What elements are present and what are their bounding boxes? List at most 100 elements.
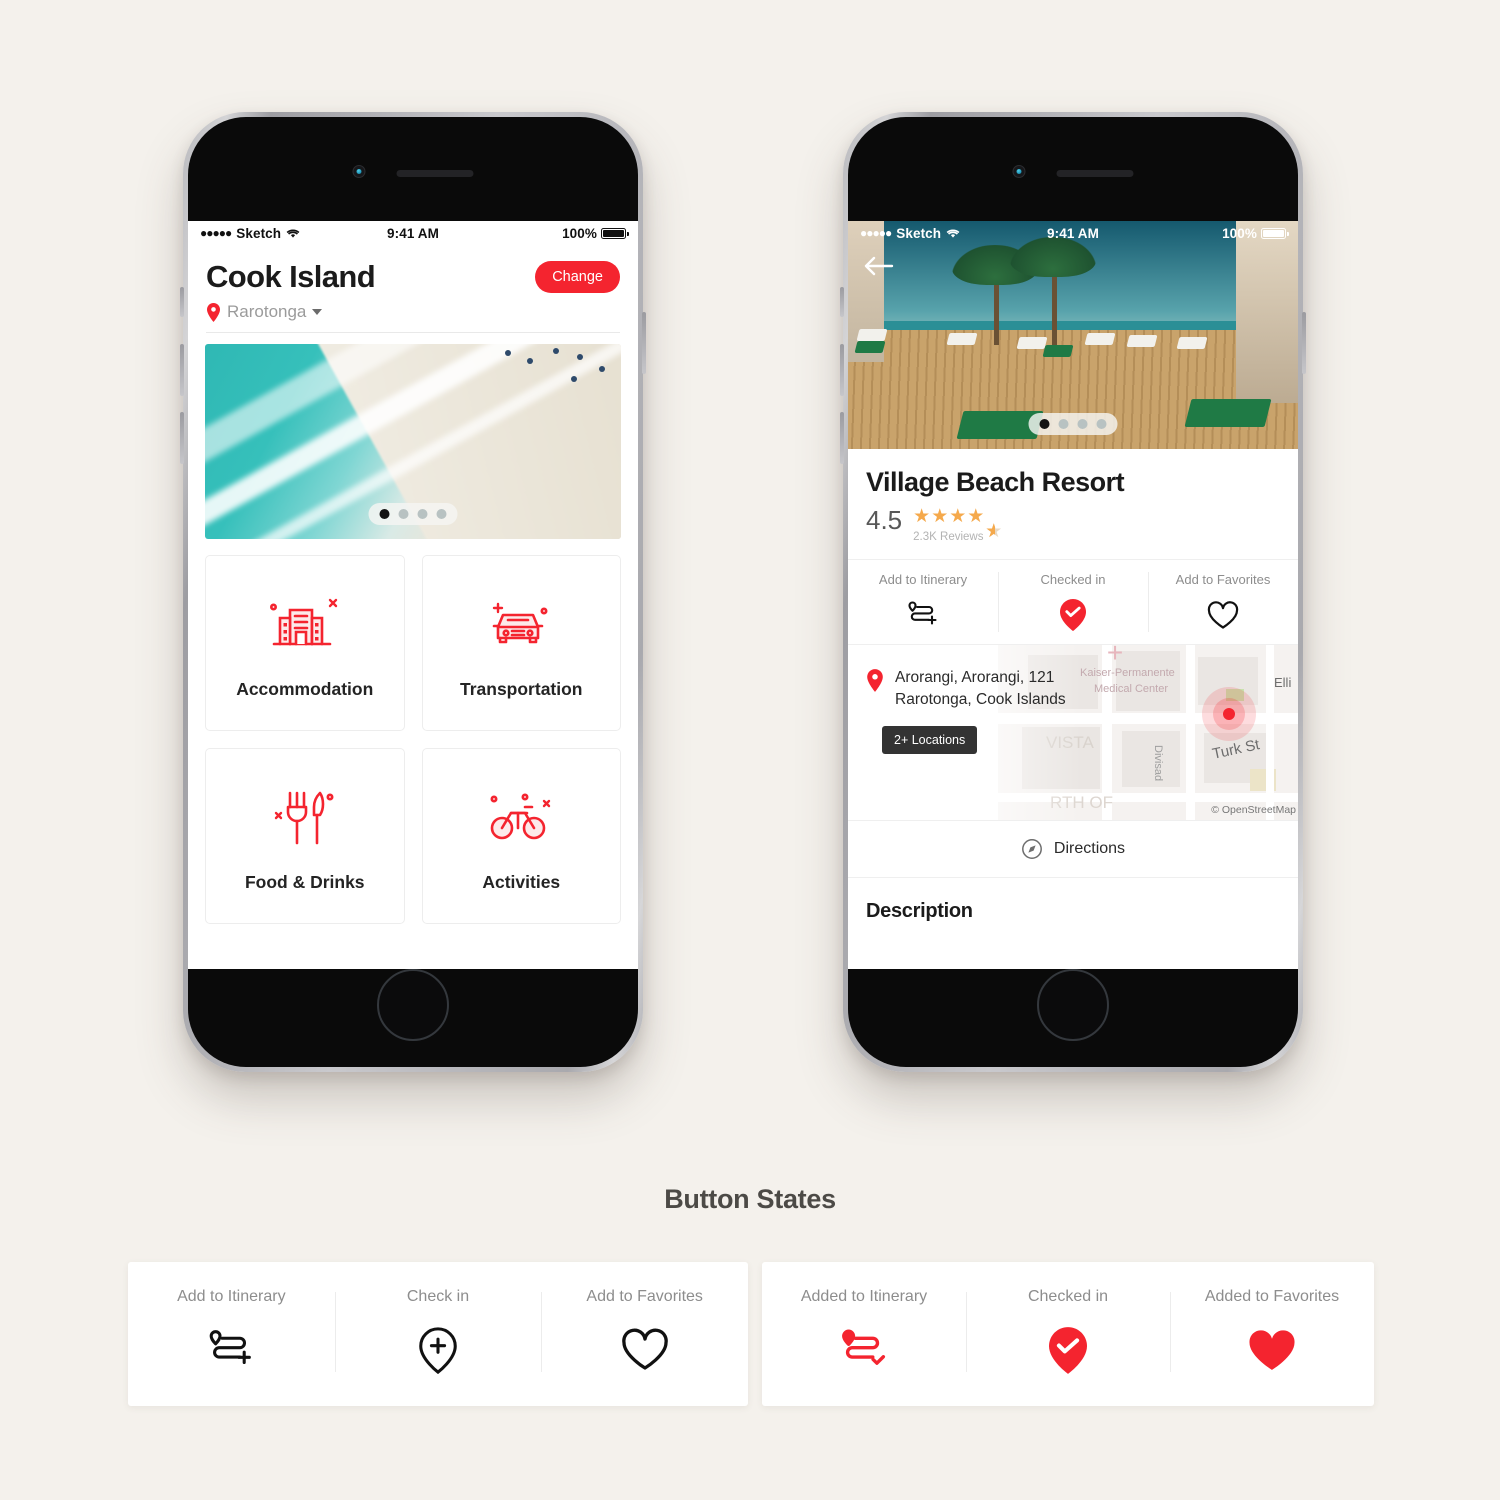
more-locations-button[interactable]: 2+ Locations xyxy=(882,725,978,754)
bicycle-icon xyxy=(484,780,558,858)
front-camera-icon xyxy=(1012,165,1026,178)
front-camera-icon xyxy=(352,165,366,178)
pin-check-icon xyxy=(998,599,1148,631)
cutlery-icon xyxy=(268,780,342,858)
mute-switch[interactable] xyxy=(840,287,844,317)
category-tile-activities[interactable]: Activities xyxy=(421,748,621,924)
category-label: Transportation xyxy=(459,678,583,699)
location-label: Rarotonga xyxy=(227,302,307,321)
power-button[interactable] xyxy=(1302,312,1306,374)
star-rating-icon: ★★★★ ★ ★ xyxy=(913,506,1004,542)
volume-up-button[interactable] xyxy=(840,344,844,396)
building-right xyxy=(1236,221,1298,404)
change-destination-button[interactable]: Change xyxy=(535,261,620,293)
status-bar-left: ●●●●● Sketch 9:41 AM 100% xyxy=(188,221,638,245)
battery-icon xyxy=(1261,227,1289,239)
heart-outline-icon xyxy=(541,1324,748,1376)
directions-label: Directions xyxy=(1053,840,1126,857)
canvas: ●●●●● Sketch 9:41 AM 100% Cook Island Ch… xyxy=(0,0,1500,1500)
address-map-block: + Kaiser-Permanente Medical Center VISTA… xyxy=(848,645,1298,820)
carousel-dots[interactable] xyxy=(368,503,458,525)
itinerary-add-icon xyxy=(848,599,998,631)
map-attribution: © OpenStreetMap xyxy=(1211,804,1296,816)
destination-header: Cook Island Change Rarotonga xyxy=(188,245,638,332)
action-label: Checked in xyxy=(1040,572,1106,587)
action-add-to-itinerary[interactable]: Add to Itinerary xyxy=(848,560,998,644)
page-title: Cook Island xyxy=(206,259,376,294)
home-button[interactable] xyxy=(377,969,449,1041)
volume-up-button[interactable] xyxy=(180,344,184,396)
category-tile-transportation[interactable]: Transportation xyxy=(421,555,621,731)
state-checked-in[interactable]: Checked in xyxy=(966,1288,1170,1376)
category-label: Accommodation xyxy=(236,678,374,699)
section-title-button-states: Button States xyxy=(664,1184,836,1214)
state-add-to-favorites[interactable]: Add to Favorites xyxy=(541,1288,748,1376)
phone-bezel-left: ●●●●● Sketch 9:41 AM 100% Cook Island Ch… xyxy=(188,117,638,1067)
carousel-dot-2[interactable] xyxy=(398,509,409,519)
status-bar-right: ●●●●● Sketch 9:41 AM 100% xyxy=(848,221,1298,245)
action-add-to-favorites[interactable]: Add to Favorites xyxy=(1148,560,1298,644)
pin-check-icon xyxy=(966,1324,1170,1376)
action-label: Add to Favorites xyxy=(1175,572,1271,587)
rating-block: 4.5 ★★★★ ★ ★ 2.3K Reviews xyxy=(848,498,1298,543)
carousel-dot-4[interactable] xyxy=(436,509,447,519)
address-line-1: Arorangi, Arorangi, 121 xyxy=(895,669,1055,686)
screen-destination: ●●●●● Sketch 9:41 AM 100% Cook Island Ch… xyxy=(188,221,638,969)
carousel-dot-2[interactable] xyxy=(1058,419,1069,429)
battery-icon xyxy=(601,227,629,239)
state-label: Added to Itinerary xyxy=(800,1288,928,1305)
back-arrow-icon[interactable] xyxy=(864,255,894,282)
building-icon xyxy=(268,587,342,665)
state-added-to-favorites[interactable]: Added to Favorites xyxy=(1170,1288,1374,1376)
carousel-dot-4[interactable] xyxy=(1096,419,1107,429)
phone-device-left: ●●●●● Sketch 9:41 AM 100% Cook Island Ch… xyxy=(180,112,646,1072)
state-label: Added to Favorites xyxy=(1204,1288,1340,1305)
phone-device-right: ●●●●● Sketch 9:41 AM 100% Village Beach … xyxy=(840,112,1306,1072)
carousel-dot-3[interactable] xyxy=(1077,419,1088,429)
category-label: Food & Drinks xyxy=(244,871,365,892)
carousel-dots[interactable] xyxy=(1028,413,1118,435)
action-label: Add to Itinerary xyxy=(878,572,968,587)
category-label: Activities xyxy=(482,871,561,892)
state-add-to-itinerary[interactable]: Add to Itinerary xyxy=(128,1288,335,1376)
pin-plus-icon xyxy=(335,1324,542,1376)
header-divider xyxy=(206,332,620,333)
state-label: Add to Favorites xyxy=(586,1288,703,1305)
heart-outline-icon xyxy=(1148,599,1298,631)
resort-photo-carousel[interactable]: ●●●●● Sketch 9:41 AM 100% xyxy=(848,221,1298,449)
map-pin-icon xyxy=(207,302,220,322)
itinerary-add-icon xyxy=(128,1324,335,1376)
home-button[interactable] xyxy=(1037,969,1109,1041)
map-label: Divisad xyxy=(1152,745,1164,782)
mute-switch[interactable] xyxy=(180,287,184,317)
carousel-dot-1[interactable] xyxy=(379,509,390,519)
heart-filled-icon xyxy=(1170,1324,1374,1376)
earpiece-speaker xyxy=(396,170,474,177)
location-selector[interactable]: Rarotonga xyxy=(206,302,620,322)
earpiece-speaker xyxy=(1056,170,1134,177)
destination-photo-carousel[interactable] xyxy=(205,344,621,539)
power-button[interactable] xyxy=(642,312,646,374)
compass-icon xyxy=(1021,839,1042,859)
category-tile-food-drinks[interactable]: Food & Drinks xyxy=(205,748,405,924)
car-icon xyxy=(484,587,558,665)
state-added-to-itinerary[interactable]: Added to Itinerary xyxy=(762,1288,966,1376)
carousel-dot-1[interactable] xyxy=(1039,419,1050,429)
volume-down-button[interactable] xyxy=(180,412,184,464)
battery-percent: 100% xyxy=(562,225,597,241)
screen-place-detail: ●●●●● Sketch 9:41 AM 100% Village Beach … xyxy=(848,221,1298,969)
button-states-active-card: Added to Itinerary Checked in Added to F… xyxy=(762,1262,1374,1406)
directions-row[interactable]: Directions xyxy=(848,820,1298,878)
state-label: Check in xyxy=(406,1288,470,1305)
battery-percent: 100% xyxy=(1222,225,1257,241)
description-heading: Description xyxy=(866,900,973,922)
category-tile-accommodation[interactable]: Accommodation xyxy=(205,555,405,731)
state-label: Checked in xyxy=(1027,1288,1109,1305)
rating-value: 4.5 xyxy=(866,505,903,535)
action-checked-in[interactable]: Checked in xyxy=(998,560,1148,644)
state-label: Add to Itinerary xyxy=(177,1288,286,1305)
volume-down-button[interactable] xyxy=(840,412,844,464)
carousel-dot-3[interactable] xyxy=(417,509,428,519)
state-check-in[interactable]: Check in xyxy=(334,1288,542,1376)
place-title: Village Beach Resort xyxy=(866,467,1125,497)
